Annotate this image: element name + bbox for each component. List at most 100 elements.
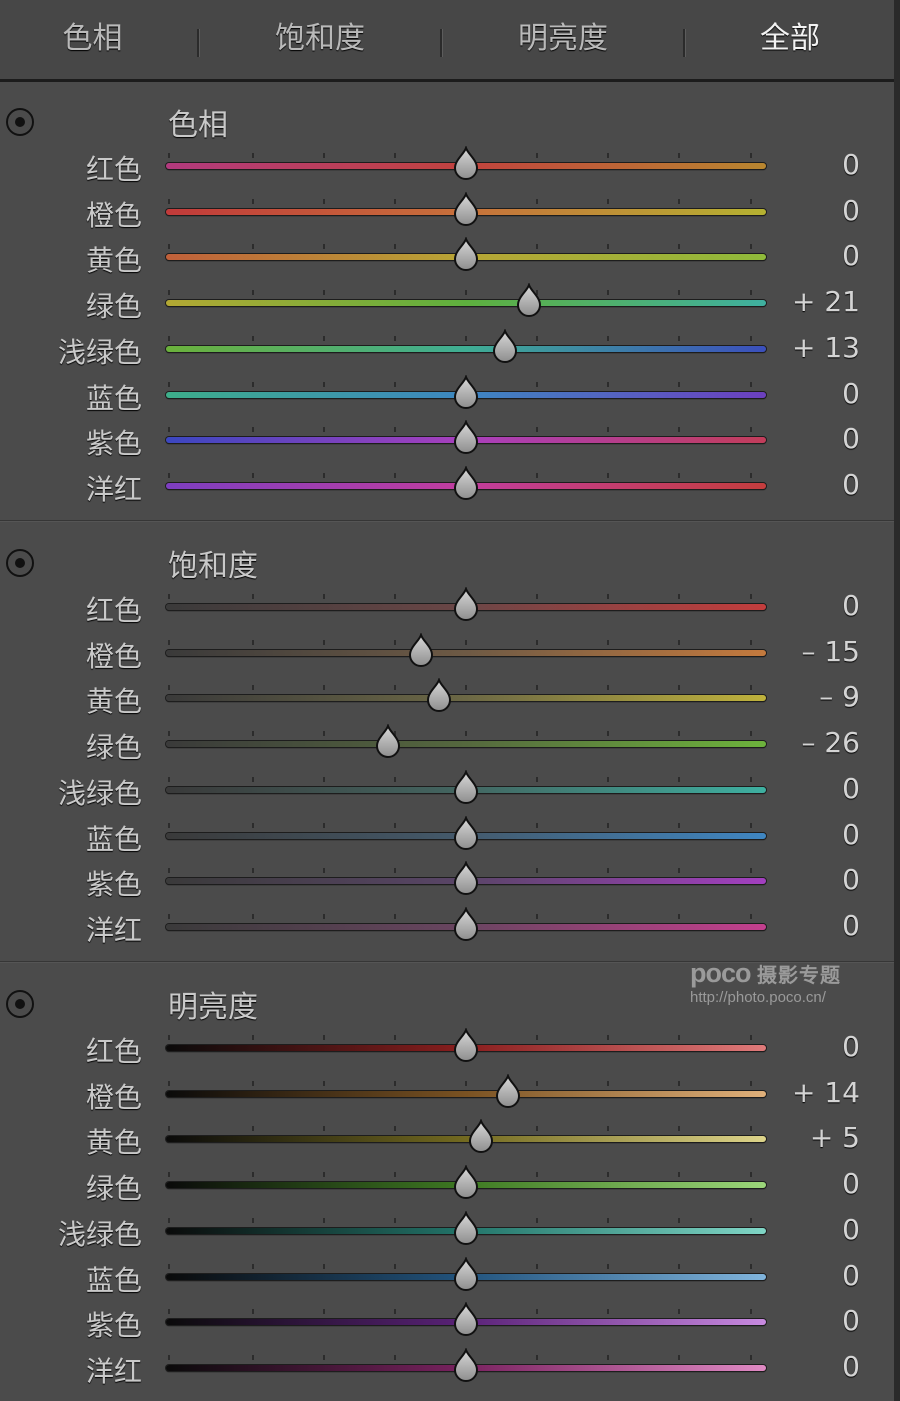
luminance-slider-value[interactable]: 0 [760,1304,860,1337]
luminance-slider-value[interactable]: 0 [760,1350,860,1383]
watermark-logo-text: POCO [690,958,751,988]
saturation-slider-track[interactable] [166,741,766,748]
hue-row-label: 绿色 [85,290,142,324]
saturation-slider-thumb[interactable] [375,722,401,759]
luminance-slider-value[interactable]: 0 [760,1213,860,1246]
slider-tick [465,1126,467,1132]
section-divider [0,520,894,522]
slider-tick [252,1309,254,1315]
luminance-slider-thumb[interactable] [468,1118,494,1154]
saturation-slider-thumb[interactable] [426,677,452,713]
slider-tick [607,776,609,782]
hue-slider-value[interactable]: 0 [760,148,860,181]
hue-slider-thumb[interactable] [453,373,479,409]
luminance-slider-value[interactable]: + 5 [760,1121,860,1154]
saturation-slider-track[interactable] [166,695,766,702]
luminance-slider-track[interactable] [166,1136,766,1143]
saturation-row-label: 紫色 [85,868,142,902]
hue-slider-value[interactable]: 0 [760,422,860,455]
slider-tick [168,1172,170,1178]
saturation-slider-value[interactable]: 0 [760,589,860,622]
hue-slider-value[interactable]: 0 [760,194,860,227]
slider-tick [252,822,254,828]
slider-tick [168,198,170,204]
hue-target-adjust-icon[interactable] [6,108,34,136]
slider-tick [607,335,609,341]
luminance-slider-thumb[interactable] [453,1163,479,1200]
hue-slider-thumb[interactable] [453,419,479,455]
luminance-slider-value[interactable]: 0 [760,1167,860,1200]
saturation-slider-value[interactable]: 0 [760,818,860,851]
luminance-slider-thumb[interactable] [453,1255,479,1291]
slider-tick [168,290,170,296]
luminance-target-adjust-icon[interactable] [6,990,34,1018]
saturation-slider-thumb[interactable] [453,585,479,621]
hue-slider-value[interactable]: + 21 [760,285,860,318]
slider-tick [323,1172,325,1178]
slider-tick [465,639,467,645]
tab-luminance[interactable]: 明亮度 [463,0,663,79]
hue-slider-thumb[interactable] [453,464,479,500]
slider-tick [536,244,538,250]
slider-tick [394,335,396,341]
saturation-slider-value[interactable]: – 15 [760,635,860,668]
hue-slider-track[interactable] [166,300,766,307]
hue-slider-value[interactable]: 0 [760,468,860,501]
saturation-target-adjust-icon[interactable] [6,549,34,577]
luminance-slider-thumb[interactable] [453,1301,479,1337]
luminance-slider-value[interactable]: 0 [760,1259,860,1292]
slider-tick [394,868,396,874]
slider-tick [168,153,170,158]
slider-tick [394,594,396,599]
slider-tick [536,1126,538,1132]
saturation-slider-thumb[interactable] [408,631,434,667]
slider-tick [394,381,396,387]
slider-tick [168,1126,170,1132]
saturation-slider-track[interactable] [166,649,766,656]
slider-tick [465,335,467,341]
slider-tick [168,1217,170,1223]
hue-slider-value[interactable]: 0 [760,377,860,410]
saturation-slider-thumb[interactable] [453,905,479,941]
slider-tick [678,198,680,204]
hue-slider-thumb[interactable] [453,190,479,226]
hue-slider-thumb[interactable] [453,236,479,272]
slider-tick [465,685,467,691]
luminance-slider-thumb[interactable] [453,1346,479,1382]
slider-tick [465,290,467,296]
luminance-slider-value[interactable]: + 14 [760,1076,860,1109]
hue-slider-value[interactable]: + 13 [760,331,860,364]
slider-tick [168,381,170,387]
luminance-slider-thumb[interactable] [453,1026,479,1062]
saturation-slider-value[interactable]: 0 [760,909,860,942]
slider-tick [168,1309,170,1315]
saturation-slider-value[interactable]: 0 [760,772,860,805]
luminance-slider-thumb[interactable] [453,1209,479,1245]
luminance-slider-thumb[interactable] [495,1072,521,1108]
saturation-slider-value[interactable]: – 9 [760,680,860,713]
slider-tick [168,731,170,737]
slider-tick [252,868,254,874]
saturation-slider-value[interactable]: 0 [760,863,860,896]
slider-tick [252,685,254,691]
tab-all[interactable]: 全部 [700,0,880,79]
slider-tick [168,594,170,599]
hue-slider-thumb[interactable] [453,144,479,180]
luminance-slider-value[interactable]: 0 [760,1030,860,1063]
hue-slider-value[interactable]: 0 [760,239,860,272]
tab-hue[interactable]: 色相 [0,0,185,79]
saturation-slider-thumb[interactable] [453,814,479,850]
slider-tick [394,1035,396,1040]
slider-tick [168,244,170,250]
saturation-slider-value[interactable]: – 26 [760,726,860,759]
hue-section-title: 色相 [168,108,228,143]
slider-tick [168,1263,170,1269]
slider-tick [252,731,254,737]
hue-slider-track[interactable] [166,345,766,352]
tab-saturation[interactable]: 饱和度 [220,0,420,79]
hue-slider-thumb[interactable] [492,327,518,363]
saturation-slider-thumb[interactable] [453,860,479,896]
hue-slider-thumb[interactable] [516,281,542,318]
saturation-slider-thumb[interactable] [453,768,479,804]
luminance-slider-track[interactable] [166,1090,766,1097]
